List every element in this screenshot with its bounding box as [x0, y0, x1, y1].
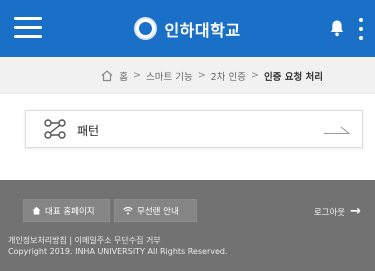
brand[interactable]: 인하대학교 — [134, 17, 240, 41]
privacy-policy-link[interactable]: 개인정보처리방침 | 이메일주소 무단수집 거부 — [8, 235, 161, 246]
app-title: 인하대학교 — [164, 20, 241, 40]
pattern-icon — [44, 119, 66, 139]
main-homepage-label: 대표 홈페이지 — [45, 206, 95, 217]
breadcrumb-item-2fa[interactable]: 2차 인증 — [211, 69, 246, 83]
logout-arrow-icon: → — [350, 204, 361, 219]
arrow-right-icon — [324, 126, 350, 134]
breadcrumb-separator: > — [133, 70, 141, 81]
copyright-text: Copyright 2019. INHA UNIVERSITY All Righ… — [8, 247, 228, 256]
home-icon — [101, 70, 113, 82]
logout-button[interactable]: 로그아웃 → — [314, 204, 361, 219]
home-icon — [32, 206, 41, 215]
wifi-icon — [123, 206, 133, 215]
breadcrumb-separator: > — [250, 70, 259, 81]
breadcrumb-separator: > — [197, 70, 206, 81]
wifi-guide-label: 무선랜 안내 — [137, 206, 179, 217]
university-seal-icon — [134, 17, 158, 40]
breadcrumb-item-smart[interactable]: 스마트 기능 — [146, 69, 193, 83]
bell-icon[interactable] — [329, 19, 345, 37]
app-header: 인하대학교 — [0, 0, 375, 57]
breadcrumb: 홈 > 스마트 기능 > 2차 인증 > 인증 요청 처리 — [0, 57, 375, 94]
kebab-more-icon[interactable] — [358, 18, 364, 40]
footer: 대표 홈페이지 무선랜 안내 로그아웃 → 개인정보처리방침 | 이메일주소 무… — [0, 180, 375, 271]
pattern-auth-option[interactable]: 패턴 — [25, 110, 363, 148]
hamburger-menu-icon[interactable] — [14, 17, 42, 39]
breadcrumb-item-current: 인증 요청 처리 — [263, 71, 323, 83]
breadcrumb-item-home[interactable]: 홈 — [119, 69, 128, 83]
logout-label: 로그아웃 — [313, 207, 346, 218]
wifi-guide-button[interactable]: 무선랜 안내 — [114, 199, 197, 222]
main-homepage-button[interactable]: 대표 홈페이지 — [23, 199, 110, 222]
pattern-label: 패턴 — [77, 124, 100, 138]
